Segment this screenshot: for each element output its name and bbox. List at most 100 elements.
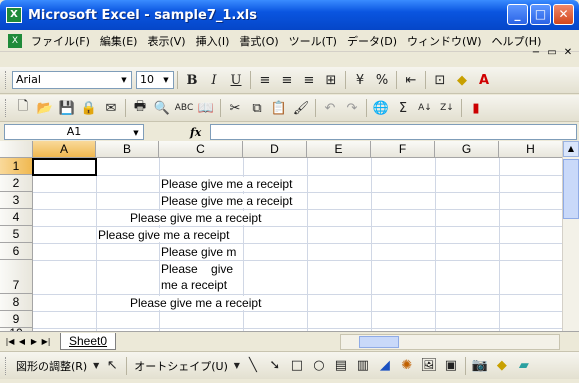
underline-icon[interactable]: U	[225, 69, 247, 91]
autoshape-menu[interactable]: オートシェイプ(U)	[130, 358, 232, 374]
diagram-icon[interactable]: ✺	[396, 355, 418, 377]
row-header-2[interactable]: 2	[0, 175, 33, 192]
last-sheet-icon[interactable]: ▶|	[40, 337, 52, 346]
maximize-button[interactable]: □	[530, 4, 551, 25]
select-all-corner[interactable]	[0, 141, 33, 158]
workbook-restore-icon[interactable]: ▭	[545, 46, 559, 60]
undo-icon[interactable]: ↶	[319, 97, 341, 119]
col-header-a[interactable]: A	[33, 141, 96, 158]
name-box[interactable]: A1 ▼	[4, 124, 144, 140]
cut-icon[interactable]: ✂	[224, 97, 246, 119]
draw-adjust-menu[interactable]: 図形の調整(R)	[12, 358, 91, 374]
workbook-icon[interactable]: X	[8, 33, 22, 48]
worksheet-grid[interactable]: A B C D E F G H 1 2 3 4 5 6 7 8 9 10 Ple…	[0, 141, 579, 331]
fill-color-icon[interactable]: ◆	[451, 69, 473, 91]
horizontal-scrollbar[interactable]	[340, 334, 560, 350]
save-icon[interactable]: 💾	[56, 97, 78, 119]
vertical-scrollbar[interactable]: ▲	[562, 141, 579, 331]
paste-icon[interactable]: 📋	[268, 97, 290, 119]
formula-input[interactable]	[210, 124, 577, 140]
bold-icon[interactable]: B	[181, 69, 203, 91]
wordart-icon[interactable]: ◢	[374, 355, 396, 377]
email-icon[interactable]: ✉	[100, 97, 122, 119]
menu-tools[interactable]: ツール(T)	[284, 33, 342, 49]
menu-insert[interactable]: 挿入(I)	[191, 33, 235, 49]
spelling-icon[interactable]: ABC	[173, 97, 195, 119]
rectangle-icon[interactable]: □	[286, 355, 308, 377]
insert-function-icon[interactable]: fx	[190, 126, 201, 139]
col-header-f[interactable]: F	[371, 141, 435, 158]
prev-sheet-icon[interactable]: ◀	[16, 337, 28, 346]
row-header-1[interactable]: 1	[0, 158, 33, 175]
workbook-minimize-icon[interactable]: −	[529, 46, 543, 60]
indent-icon[interactable]: ⇤	[400, 69, 422, 91]
open-icon[interactable]: 📂	[34, 97, 56, 119]
toolbar-grip[interactable]	[5, 71, 8, 89]
scroll-up-icon[interactable]: ▲	[563, 141, 579, 157]
row-header-8[interactable]: 8	[0, 294, 33, 311]
font-color-icon[interactable]: A	[473, 69, 495, 91]
picture-icon[interactable]: ▣	[440, 355, 462, 377]
row-header-6[interactable]: 6	[0, 243, 33, 260]
toolbar-grip[interactable]	[5, 99, 8, 117]
copy-icon[interactable]: ⧉	[246, 97, 268, 119]
row-header-4[interactable]: 4	[0, 209, 33, 226]
row-header-7[interactable]: 7	[0, 260, 33, 294]
arrow-icon[interactable]: ➘	[264, 355, 286, 377]
line-icon[interactable]: ╲	[242, 355, 264, 377]
first-sheet-icon[interactable]: |◀	[4, 337, 16, 346]
align-right-icon[interactable]: ≡	[298, 69, 320, 91]
chevron-down-icon[interactable]: ▼	[232, 355, 242, 377]
font-select[interactable]: Arial ▼	[12, 71, 132, 89]
cell-b8[interactable]: Please give me a receipt	[130, 296, 275, 310]
next-sheet-icon[interactable]: ▶	[28, 337, 40, 346]
align-left-icon[interactable]: ≡	[254, 69, 276, 91]
textbox-icon[interactable]: ▤	[330, 355, 352, 377]
camera-icon[interactable]: 📷	[469, 355, 491, 377]
cell-c2[interactable]: Please give me a receipt	[161, 177, 306, 191]
align-center-icon[interactable]: ≡	[276, 69, 298, 91]
col-header-e[interactable]: E	[307, 141, 371, 158]
cell-c7-line2[interactable]: me a receipt	[161, 278, 242, 292]
print-icon[interactable]: 🖶	[129, 97, 151, 119]
scroll-thumb[interactable]	[359, 336, 399, 348]
row-header-3[interactable]: 3	[0, 192, 33, 209]
cell-c3[interactable]: Please give me a receipt	[161, 194, 306, 208]
redo-icon[interactable]: ↷	[341, 97, 363, 119]
menu-window[interactable]: ウィンドウ(W)	[402, 33, 486, 49]
col-header-c[interactable]: C	[159, 141, 243, 158]
col-header-g[interactable]: G	[435, 141, 499, 158]
chevron-down-icon[interactable]: ▼	[91, 355, 101, 377]
toolbar-grip[interactable]	[5, 356, 8, 375]
clipart-icon[interactable]: 🖼	[418, 355, 440, 377]
menu-view[interactable]: 表示(V)	[142, 33, 190, 49]
select-pointer-icon[interactable]: ↖	[101, 355, 123, 377]
col-header-b[interactable]: B	[96, 141, 159, 158]
research-icon[interactable]: 📖	[195, 97, 217, 119]
cell-b4[interactable]: Please give me a receipt	[130, 211, 275, 225]
hyperlink-icon[interactable]: 🌐	[370, 97, 392, 119]
row-header-5[interactable]: 5	[0, 226, 33, 243]
currency-icon[interactable]: ¥	[349, 69, 371, 91]
merge-center-icon[interactable]: ⊞	[320, 69, 342, 91]
col-header-h[interactable]: H	[499, 141, 563, 158]
cell-c7-line1[interactable]: Please give	[161, 262, 242, 276]
cell-b5[interactable]: Please give me a receipt	[98, 228, 242, 242]
percent-icon[interactable]: %	[371, 69, 393, 91]
workbook-close-icon[interactable]: ✕	[561, 46, 575, 60]
italic-icon[interactable]: I	[203, 69, 225, 91]
scroll-thumb[interactable]	[563, 159, 579, 219]
new-icon[interactable]: 🗋	[12, 97, 34, 119]
font-size-select[interactable]: 10 ▼	[136, 71, 174, 89]
col-header-d[interactable]: D	[243, 141, 307, 158]
sheet-tab-sheet0[interactable]: Sheet0	[60, 333, 117, 350]
fill-color-icon[interactable]: ◆	[491, 355, 513, 377]
print-preview-icon[interactable]: 🔍	[151, 97, 173, 119]
sort-descending-icon[interactable]: Z↓	[436, 97, 458, 119]
active-cell-a1[interactable]	[32, 158, 97, 176]
menu-file[interactable]: ファイル(F)	[26, 33, 95, 49]
autosum-icon[interactable]: Σ	[392, 97, 414, 119]
vertical-textbox-icon[interactable]: ▥	[352, 355, 374, 377]
menu-edit[interactable]: 編集(E)	[95, 33, 143, 49]
cell-c6[interactable]: Please give m	[161, 245, 242, 259]
